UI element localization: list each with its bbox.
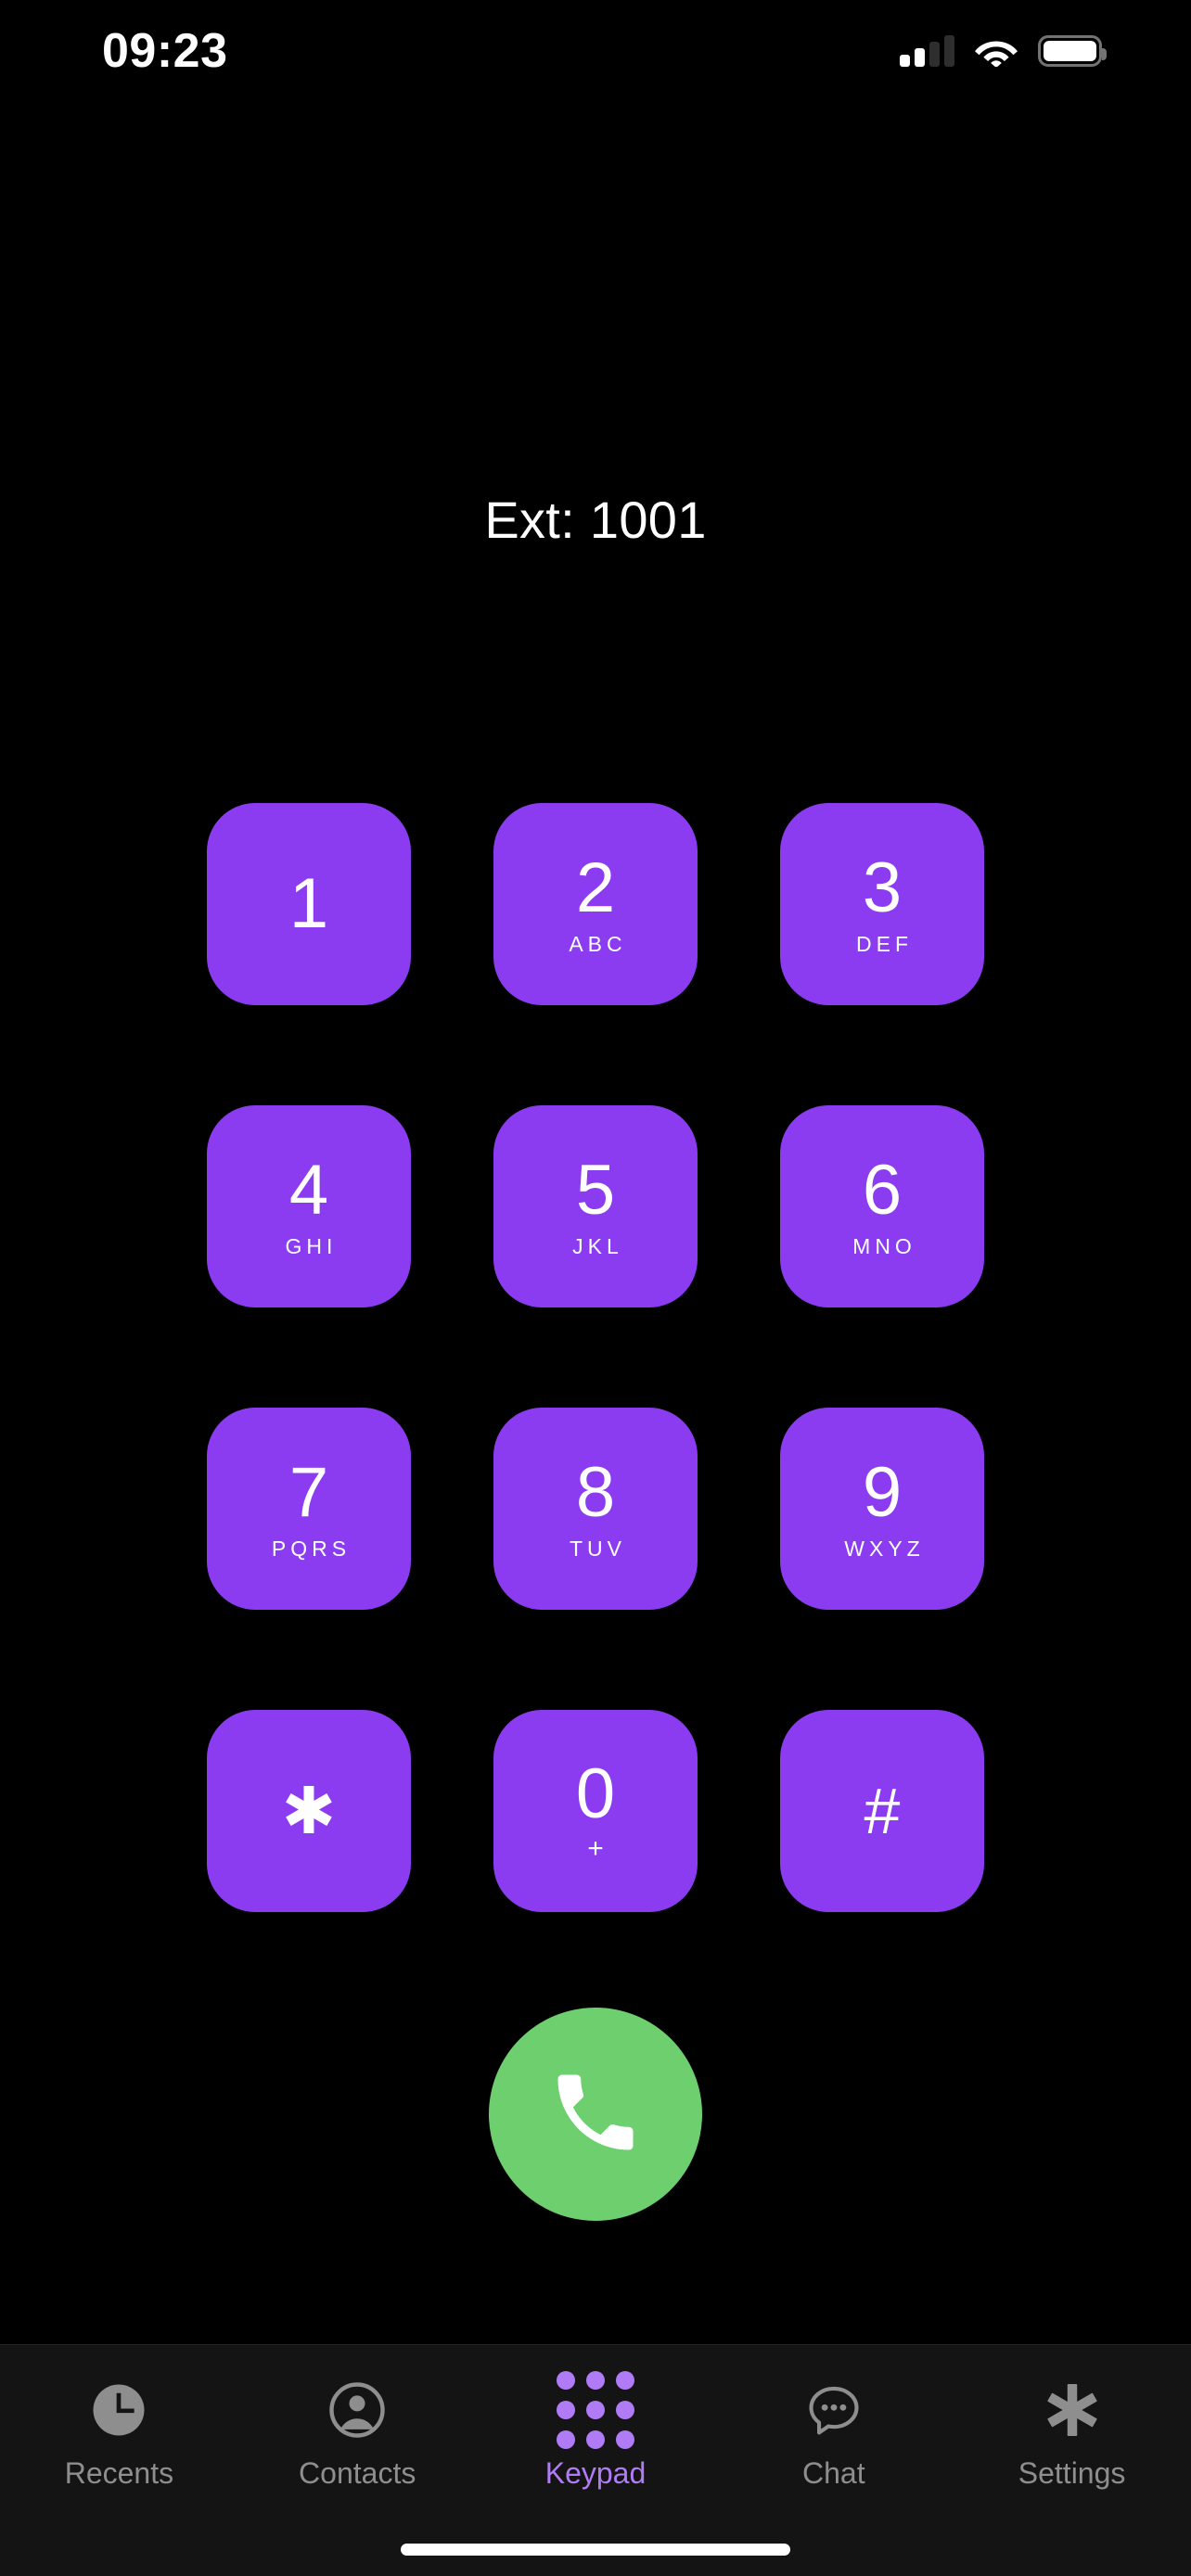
- tab-recents[interactable]: Recents: [0, 2375, 238, 2488]
- key-letters: PQRS: [271, 1537, 352, 1561]
- key-digit: 2: [575, 848, 616, 927]
- phone-screen: 09:23 Ext: 1001 1 2 ABC 3 DEF 4 GHI 5 JK…: [0, 0, 1191, 2576]
- asterisk-icon: [1037, 2375, 1108, 2445]
- call-button[interactable]: [489, 2008, 702, 2221]
- key-digit: ✱: [281, 1775, 337, 1847]
- key-letters: ABC: [569, 932, 627, 956]
- tab-label: Settings: [1018, 2456, 1126, 2490]
- key-digit: 6: [862, 1151, 903, 1230]
- key-2[interactable]: 2 ABC: [493, 803, 698, 1005]
- battery-icon: [1038, 35, 1107, 67]
- key-digit: 4: [288, 1151, 329, 1230]
- speech-bubble-icon: [799, 2375, 869, 2445]
- dial-keypad: 1 2 ABC 3 DEF 4 GHI 5 JKL 6 MNO 7 PQRS 8: [207, 803, 984, 1912]
- key-letters: GHI: [285, 1234, 338, 1258]
- key-6[interactable]: 6 MNO: [780, 1105, 984, 1307]
- extension-display: Ext: 1001: [0, 490, 1191, 550]
- key-5[interactable]: 5 JKL: [493, 1105, 698, 1307]
- key-letters: +: [587, 1833, 604, 1864]
- key-letters: MNO: [852, 1234, 916, 1258]
- key-digit: 9: [862, 1453, 903, 1532]
- key-digit: 5: [575, 1151, 616, 1230]
- key-4[interactable]: 4 GHI: [207, 1105, 411, 1307]
- key-digit: 0: [575, 1754, 616, 1833]
- key-digit: #: [864, 1775, 901, 1847]
- key-letters: WXYZ: [844, 1537, 925, 1561]
- tab-label: Chat: [801, 2456, 865, 2490]
- key-digit: 7: [288, 1453, 329, 1532]
- wifi-icon: [975, 35, 1018, 68]
- key-8[interactable]: 8 TUV: [493, 1408, 698, 1610]
- cellular-signal-icon: [900, 35, 954, 67]
- status-bar-time: 09:23: [102, 24, 228, 78]
- bottom-tab-bar: Recents Contacts Keypad Chat Settings: [0, 2344, 1191, 2576]
- tab-contacts[interactable]: Contacts: [238, 2375, 477, 2488]
- status-bar-icons: [900, 35, 1107, 68]
- person-circle-icon: [322, 2375, 392, 2445]
- key-0[interactable]: 0 +: [493, 1710, 698, 1912]
- phone-handset-icon: [545, 2062, 646, 2167]
- call-button-area: [0, 2008, 1191, 2221]
- keypad-dots-icon: [556, 2371, 634, 2449]
- clock-icon: [83, 2375, 154, 2445]
- key-letters: JKL: [572, 1234, 623, 1258]
- home-indicator[interactable]: [401, 2544, 790, 2556]
- key-9[interactable]: 9 WXYZ: [780, 1408, 984, 1610]
- tab-settings[interactable]: Settings: [953, 2375, 1191, 2488]
- key-3[interactable]: 3 DEF: [780, 803, 984, 1005]
- tab-chat[interactable]: Chat: [714, 2375, 953, 2488]
- status-bar: 09:23: [0, 0, 1191, 102]
- key-letters: TUV: [570, 1537, 626, 1561]
- key-digit: 1: [288, 864, 329, 943]
- key-7[interactable]: 7 PQRS: [207, 1408, 411, 1610]
- tab-label: Keypad: [544, 2456, 647, 2490]
- tab-keypad[interactable]: Keypad: [477, 2371, 715, 2490]
- tab-label: Recents: [64, 2456, 174, 2490]
- key-pound[interactable]: #: [780, 1710, 984, 1912]
- tab-label: Contacts: [299, 2456, 416, 2490]
- key-letters: DEF: [856, 932, 913, 956]
- key-digit: 3: [862, 848, 903, 927]
- key-asterisk[interactable]: ✱: [207, 1710, 411, 1912]
- key-1[interactable]: 1: [207, 803, 411, 1005]
- key-digit: 8: [575, 1453, 616, 1532]
- extension-label: Ext: 1001: [484, 491, 707, 549]
